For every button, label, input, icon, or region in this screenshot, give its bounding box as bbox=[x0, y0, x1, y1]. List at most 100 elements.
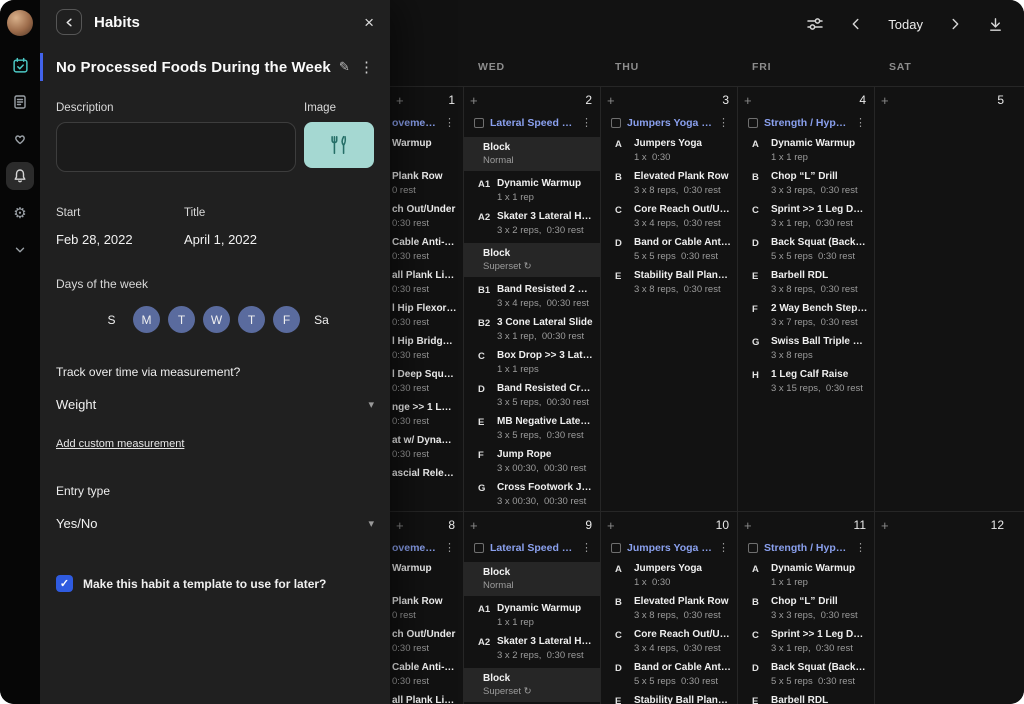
exercise-item[interactable]: Plank Row0 rest bbox=[390, 167, 463, 200]
exercise-item[interactable]: A2Skater 3 Lateral Hops >> ...3 x 2 reps… bbox=[464, 632, 600, 665]
sidebar-item-settings[interactable]: ⚙ bbox=[6, 199, 34, 227]
exercise-item[interactable]: ch Out/Under0:30 rest bbox=[390, 625, 463, 658]
exercise-item[interactable]: H1 Leg Calf Raise3 x 15 reps, 0:30 rest bbox=[738, 365, 874, 398]
kebab-icon[interactable]: ⋮ bbox=[581, 116, 592, 129]
workout-title[interactable]: Jumpers Yoga / Core bbox=[627, 542, 712, 554]
exercise-item[interactable]: EStability Ball Plank Linear ...3 x 8 re… bbox=[601, 691, 737, 704]
exercise-item[interactable]: l Hip Flexor Rais...0:30 rest bbox=[390, 299, 463, 332]
entry-type-select[interactable]: Yes/No ▾ bbox=[56, 510, 374, 537]
kebab-icon[interactable]: ⋮ bbox=[444, 116, 455, 129]
day-chip-sa[interactable]: Sa bbox=[308, 306, 335, 333]
kebab-icon[interactable]: ⋮ bbox=[855, 541, 866, 554]
today-button[interactable]: Today bbox=[888, 17, 923, 32]
exercise-item[interactable]: all Plank Linear ...0:30 rest bbox=[390, 266, 463, 299]
add-event-button[interactable]: + bbox=[881, 94, 889, 107]
exercise-item[interactable]: at w/ Dynamic P...0:30 rest bbox=[390, 431, 463, 464]
exercise-item[interactable]: DBand or Cable Anti Rotati...5 x 5 reps … bbox=[601, 233, 737, 266]
edit-pencil-icon[interactable]: ✎ bbox=[339, 59, 350, 75]
download-button[interactable] bbox=[987, 16, 1004, 33]
exercise-item[interactable]: ADynamic Warmup1 x 1 rep bbox=[738, 559, 874, 592]
exercise-item[interactable]: FJump Rope3 x 00:30, 00:30 rest bbox=[464, 445, 600, 478]
exercise-item[interactable]: F2 Way Bench Step Up3 x 7 reps, 0:30 res… bbox=[738, 299, 874, 332]
exercise-item[interactable]: CCore Reach Out/Under3 x 4 reps, 0:30 re… bbox=[601, 625, 737, 658]
workout-title[interactable]: Lateral Speed / Plyo bbox=[490, 542, 575, 554]
workout-title[interactable]: Lateral Speed / Plyo bbox=[490, 117, 575, 129]
template-checkbox-row[interactable]: ✓ Make this habit a template to use for … bbox=[40, 575, 390, 592]
exercise-item[interactable]: BElevated Plank Row3 x 8 reps, 0:30 rest bbox=[601, 167, 737, 200]
exercise-item[interactable]: ch Out/Under0:30 rest bbox=[390, 200, 463, 233]
kebab-icon[interactable]: ⋮ bbox=[444, 541, 455, 554]
exercise-item[interactable]: DBack Squat (Back Off Set)5 x 5 reps 0:3… bbox=[738, 233, 874, 266]
exercise-item[interactable]: Cable Anti-Rotati...0:30 rest bbox=[390, 233, 463, 266]
exercise-item[interactable]: Cable Anti-Rotati...0:30 rest bbox=[390, 658, 463, 691]
exercise-item[interactable]: Warmup bbox=[390, 559, 463, 592]
exercise-item[interactable]: A1Dynamic Warmup1 x 1 rep bbox=[464, 599, 600, 632]
kebab-icon[interactable]: ⋮ bbox=[718, 541, 729, 554]
measurement-select[interactable]: Weight ▾ bbox=[56, 391, 374, 418]
exercise-item[interactable]: ADynamic Warmup1 x 1 rep bbox=[738, 134, 874, 167]
add-event-button[interactable]: + bbox=[744, 519, 752, 532]
kebab-icon[interactable]: ⋮ bbox=[855, 116, 866, 129]
kebab-icon[interactable]: ⋮ bbox=[718, 116, 729, 129]
exercise-item[interactable]: DBand Resisted Crossover...3 x 5 reps, 0… bbox=[464, 379, 600, 412]
exercise-item[interactable]: Warmup bbox=[390, 134, 463, 167]
exercise-item[interactable]: EBarbell RDL3 x 8 reps, 0:30 rest bbox=[738, 691, 874, 704]
workout-title[interactable]: ovement Q... bbox=[392, 117, 438, 129]
exercise-item[interactable]: DBack Squat (Back Off Set)5 x 5 reps 0:3… bbox=[738, 658, 874, 691]
exercise-item[interactable]: all Plank Linear ...0:30 rest bbox=[390, 691, 463, 704]
add-event-button[interactable]: + bbox=[607, 94, 615, 107]
add-event-button[interactable]: + bbox=[396, 519, 404, 532]
start-date-value[interactable]: Feb 28, 2022 bbox=[56, 232, 184, 247]
add-event-button[interactable]: + bbox=[396, 94, 404, 107]
exercise-item[interactable]: CBox Drop >> 3 Lateral H...1 x 1 reps bbox=[464, 346, 600, 379]
habit-image[interactable] bbox=[304, 122, 374, 168]
workout-checkbox[interactable] bbox=[474, 543, 484, 553]
exercise-item[interactable]: BChop “L” Drill3 x 3 reps, 0:30 rest bbox=[738, 167, 874, 200]
add-event-button[interactable]: + bbox=[470, 519, 478, 532]
exercise-item[interactable]: CSprint >> 1 Leg Declarations3 x 1 rep, … bbox=[738, 200, 874, 233]
exercise-item[interactable]: CSprint >> 1 Leg Declarations3 x 1 rep, … bbox=[738, 625, 874, 658]
exercise-item[interactable]: Plank Row0 rest bbox=[390, 592, 463, 625]
day-chip-t[interactable]: T bbox=[238, 306, 265, 333]
exercise-item[interactable]: nge >> 1 Leg St...0:30 rest bbox=[390, 398, 463, 431]
add-event-button[interactable]: + bbox=[881, 519, 889, 532]
day-chip-s[interactable]: S bbox=[98, 306, 125, 333]
exercise-item[interactable]: ascial Release C... bbox=[390, 464, 463, 497]
day-chip-m[interactable]: M bbox=[133, 306, 160, 333]
avatar[interactable] bbox=[7, 10, 33, 36]
day-chip-t[interactable]: T bbox=[168, 306, 195, 333]
sidebar-expand-button[interactable] bbox=[6, 236, 34, 264]
sidebar-item-programs[interactable] bbox=[6, 88, 34, 116]
description-input[interactable] bbox=[56, 122, 296, 172]
add-event-button[interactable]: + bbox=[470, 94, 478, 107]
next-week-button[interactable] bbox=[947, 16, 963, 32]
exercise-item[interactable]: GCross Footwork Jump Rope3 x 00:30, 00:3… bbox=[464, 478, 600, 511]
exercise-item[interactable]: CCore Reach Out/Under3 x 4 reps, 0:30 re… bbox=[601, 200, 737, 233]
sidebar-item-habits[interactable] bbox=[6, 162, 34, 190]
kebab-icon[interactable]: ⋮ bbox=[581, 541, 592, 554]
exercise-item[interactable]: EMB Negative Lateral Hop...3 x 5 reps, 0… bbox=[464, 412, 600, 445]
workout-title[interactable]: Strength / Hypertro... bbox=[764, 117, 849, 129]
habit-menu-button[interactable]: ⋮ bbox=[359, 58, 374, 76]
sidebar-item-calendar[interactable] bbox=[6, 51, 34, 79]
day-chip-f[interactable]: F bbox=[273, 306, 300, 333]
exercise-item[interactable]: B1Band Resisted 2 Step Late...3 x 4 reps… bbox=[464, 280, 600, 313]
workout-checkbox[interactable] bbox=[748, 543, 758, 553]
close-button[interactable]: × bbox=[364, 14, 374, 31]
exercise-item[interactable]: BElevated Plank Row3 x 8 reps, 0:30 rest bbox=[601, 592, 737, 625]
workout-title[interactable]: Jumpers Yoga / Core bbox=[627, 117, 712, 129]
exercise-item[interactable]: DBand or Cable Anti Rotati...5 x 5 reps … bbox=[601, 658, 737, 691]
exercise-item[interactable]: AJumpers Yoga1 x 0:30 bbox=[601, 559, 737, 592]
exercise-item[interactable]: AJumpers Yoga1 x 0:30 bbox=[601, 134, 737, 167]
sidebar-item-health[interactable] bbox=[6, 125, 34, 153]
add-event-button[interactable]: + bbox=[607, 519, 615, 532]
workout-checkbox[interactable] bbox=[474, 118, 484, 128]
exercise-item[interactable]: B23 Cone Lateral Slide3 x 1 rep, 00:30 r… bbox=[464, 313, 600, 346]
filter-sliders-button[interactable] bbox=[806, 15, 824, 33]
workout-checkbox[interactable] bbox=[611, 543, 621, 553]
exercise-item[interactable]: l Deep Squat Mo...0:30 rest bbox=[390, 365, 463, 398]
exercise-item[interactable]: A2Skater 3 Lateral Hops >> ...3 x 2 reps… bbox=[464, 207, 600, 240]
prev-week-button[interactable] bbox=[848, 16, 864, 32]
exercise-item[interactable]: l Hip Bridge w/ ...0:30 rest bbox=[390, 332, 463, 365]
workout-checkbox[interactable] bbox=[611, 118, 621, 128]
